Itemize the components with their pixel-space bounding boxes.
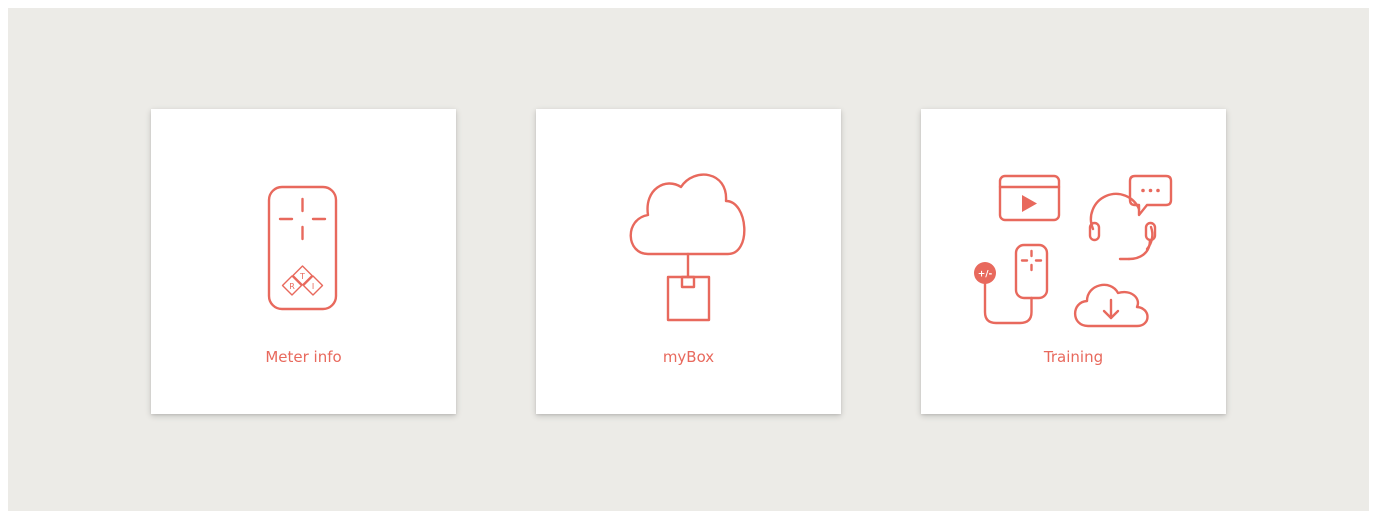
mybox-card[interactable]: myBox xyxy=(536,109,841,414)
meter-info-label: Meter info xyxy=(265,348,342,366)
chat-bubble-icon xyxy=(1128,174,1173,217)
meter-info-card[interactable]: T R I Meter info xyxy=(151,109,456,414)
mybox-label: myBox xyxy=(662,348,715,366)
training-icon: +/- xyxy=(974,174,1173,328)
meter-logo-letter-r: R xyxy=(289,282,295,291)
cloud-download-icon xyxy=(1073,283,1149,328)
play-icon xyxy=(1022,195,1037,212)
training-label: Training xyxy=(1043,348,1104,366)
cloud-box-icon xyxy=(629,173,746,322)
meter-logo-letter-t: T xyxy=(299,272,305,281)
meter-small-icon xyxy=(983,243,1049,325)
training-card[interactable]: +/- Training xyxy=(921,109,1226,414)
meter-device-icon: T R I xyxy=(267,185,338,311)
video-player-icon xyxy=(998,174,1061,222)
dashboard-canvas: T R I Meter info myBox +/- Training xyxy=(8,8,1369,511)
training-badge-text: +/- xyxy=(978,270,993,280)
meter-logo-letter-i: I xyxy=(312,282,314,291)
headset-icon xyxy=(1088,192,1157,261)
